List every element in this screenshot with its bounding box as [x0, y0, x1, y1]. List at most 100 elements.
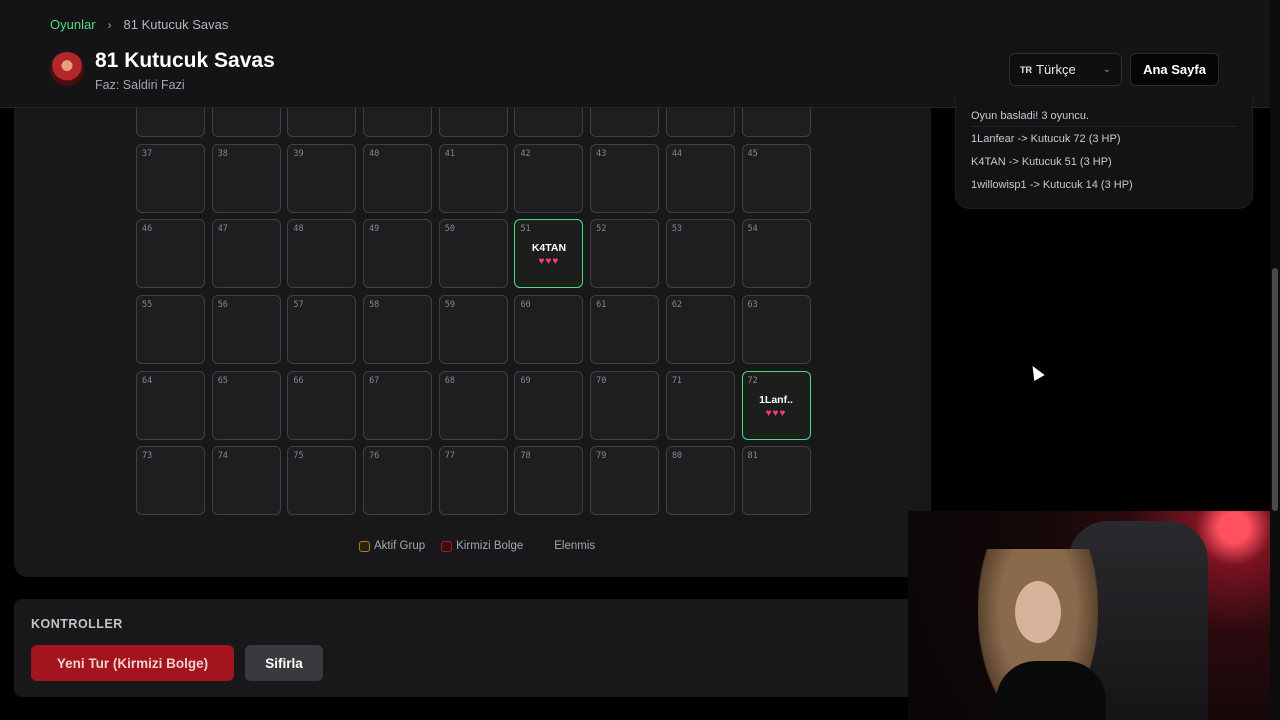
cell-number: 40 [369, 148, 380, 159]
log-entry: 1willowisp1 -> Kutucuk 14 (3 HP) [971, 179, 1133, 191]
reset-button[interactable]: Sifirla [245, 645, 323, 681]
board-cell[interactable]: 78 [514, 446, 584, 516]
board-cell[interactable]: 42 [514, 143, 584, 213]
cell-number: 47 [217, 224, 228, 235]
board-cell[interactable] [287, 108, 357, 137]
cell-number: 69 [520, 375, 531, 386]
chevron-right-icon: › [107, 17, 112, 32]
board-cell[interactable]: 57 [287, 295, 357, 365]
cell-number: 67 [369, 375, 380, 386]
board-cell[interactable]: 61 [590, 295, 660, 365]
board-cell[interactable] [363, 108, 433, 137]
cell-number: 39 [293, 148, 304, 159]
board-cell-occupied[interactable]: 51 K4TAN ♥♥♥ [514, 219, 584, 289]
cell-number: 63 [747, 300, 758, 311]
scrollbar[interactable] [1270, 0, 1280, 720]
board-cell[interactable]: 69 [514, 370, 584, 440]
board-cell[interactable]: 52 [590, 219, 660, 289]
language-select[interactable]: TR Türkçe ⌄ [1009, 53, 1122, 86]
legend-eliminated: Elenmis [539, 540, 595, 552]
board-cell[interactable]: 46 [136, 219, 205, 289]
board-cell[interactable]: 68 [438, 370, 508, 440]
cell-number: 78 [520, 451, 531, 462]
heart-icon: ♥♥♥ [538, 256, 560, 268]
board-cell[interactable] [514, 108, 584, 137]
board-cell[interactable] [590, 108, 660, 137]
cell-number: 45 [747, 148, 758, 159]
board-cell[interactable] [665, 108, 735, 137]
board-cell[interactable]: 50 [438, 219, 508, 289]
board-cell[interactable]: 59 [438, 295, 508, 365]
board-cell[interactable]: 44 [665, 143, 735, 213]
board-cell[interactable] [211, 108, 281, 137]
board-cell[interactable]: 70 [590, 370, 660, 440]
cell-number: 44 [671, 148, 683, 159]
board-cell[interactable]: 62 [665, 295, 735, 365]
cell-number: 51 [520, 224, 531, 235]
log-entry: 1Lanfear -> Kutucuk 72 (3 HP) [971, 133, 1121, 145]
board-cell[interactable]: 81 [741, 446, 811, 516]
board-cell[interactable]: 64 [136, 370, 205, 440]
board-cell[interactable]: 67 [363, 370, 433, 440]
cell-number: 71 [671, 375, 683, 386]
flag-tr-icon: TR [1020, 64, 1032, 75]
board-cell[interactable] [136, 108, 205, 137]
board-cell[interactable]: 40 [363, 143, 433, 213]
breadcrumb-current: 81 Kutucuk Savas [123, 17, 229, 32]
board-cell[interactable]: 73 [136, 446, 205, 516]
board-cell-occupied[interactable]: 72 1Lanf.. ♥♥♥ [741, 370, 811, 440]
board-cell[interactable]: 43 [590, 143, 660, 213]
board-cell[interactable]: 45 [741, 143, 811, 213]
board-cell[interactable]: 80 [665, 446, 735, 516]
board-cell[interactable]: 38 [211, 143, 281, 213]
board-cell[interactable]: 53 [665, 219, 735, 289]
cell-number: 70 [596, 375, 607, 386]
board-cell[interactable]: 63 [741, 295, 811, 365]
cell-number: 76 [369, 451, 380, 462]
cell-number: 56 [217, 300, 228, 311]
cell-number: 59 [444, 300, 455, 311]
board-cell[interactable]: 77 [438, 446, 508, 516]
new-turn-button[interactable]: Yeni Tur (Kirmizi Bolge) [31, 645, 234, 681]
cell-number: 37 [142, 148, 153, 159]
breadcrumb-games-link[interactable]: Oyunlar [50, 17, 96, 32]
cell-number: 52 [596, 224, 607, 235]
board-cell[interactable]: 39 [287, 143, 357, 213]
board-cell[interactable]: 49 [363, 219, 433, 289]
board-cell[interactable]: 48 [287, 219, 357, 289]
legend-active-group: Aktif Grup [359, 540, 425, 552]
board-cell[interactable]: 41 [438, 143, 508, 213]
cell-number: 80 [671, 451, 683, 462]
board-cell[interactable]: 55 [136, 295, 205, 365]
board-cell[interactable]: 71 [665, 370, 735, 440]
cell-number: 74 [217, 451, 228, 462]
page-title: 81 Kutucuk Savas [95, 49, 275, 72]
streamer-body [996, 661, 1106, 720]
board-cell[interactable]: 74 [211, 446, 281, 516]
game-log-panel: Oyun basladi! 3 oyuncu. 1Lanfear -> Kutu… [955, 95, 1253, 209]
board-cell[interactable] [438, 108, 508, 137]
board-cell[interactable] [741, 108, 811, 137]
board-cell[interactable]: 75 [287, 446, 357, 516]
log-entry: Oyun basladi! 3 oyuncu. [971, 110, 1090, 122]
cell-number: 77 [444, 451, 455, 462]
board-panel: 37 38 39 40 41 42 43 44 45 46 47 48 49 50 51 K4TAN ♥♥♥ 52… [14, 108, 931, 577]
board-cell[interactable]: 65 [211, 370, 281, 440]
board-cell[interactable]: 79 [590, 446, 660, 516]
eliminated-swatch [539, 541, 550, 552]
board-cell[interactable]: 76 [363, 446, 433, 516]
cell-number: 60 [520, 300, 531, 311]
board-cell[interactable]: 60 [514, 295, 584, 365]
board-cell[interactable]: 66 [287, 370, 357, 440]
scrollbar-thumb[interactable] [1272, 268, 1278, 511]
board-cell[interactable]: 47 [211, 219, 281, 289]
board-cell[interactable]: 54 [741, 219, 811, 289]
legend-red-zone: Kirmizi Bolge [441, 540, 523, 552]
board-cell[interactable]: 58 [363, 295, 433, 365]
board-cell[interactable]: 37 [136, 143, 205, 213]
home-button[interactable]: Ana Sayfa [1130, 53, 1219, 86]
board-cell[interactable]: 56 [211, 295, 281, 365]
cell-number: 64 [142, 375, 153, 386]
cell-number: 46 [142, 224, 153, 235]
log-entry: K4TAN -> Kutucuk 51 (3 HP) [971, 156, 1112, 168]
